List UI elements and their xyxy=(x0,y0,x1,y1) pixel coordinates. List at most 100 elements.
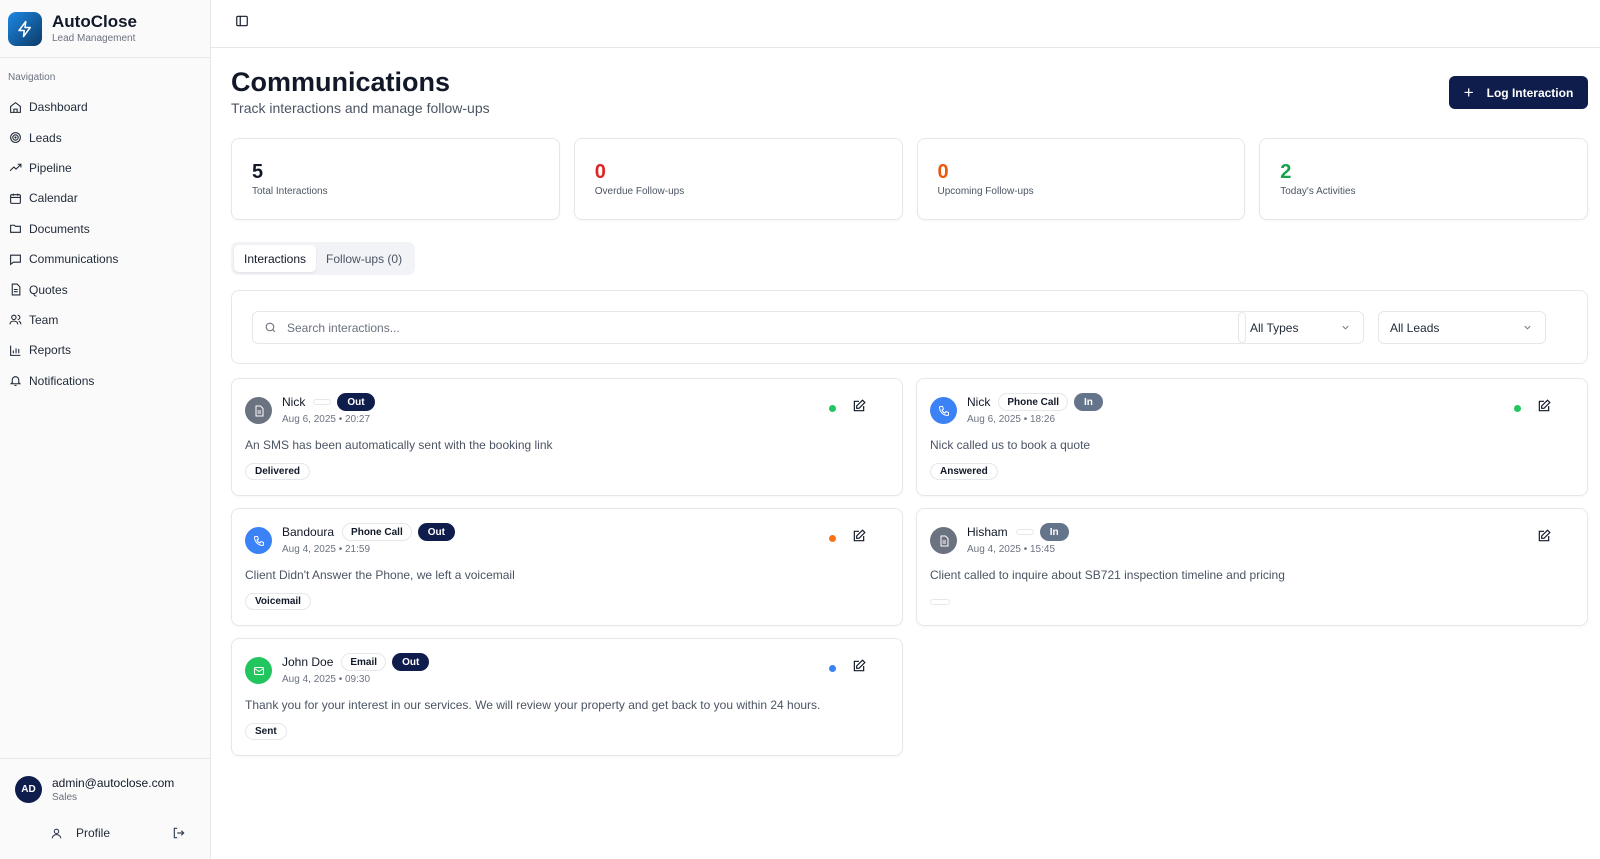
log-interaction-button[interactable]: + Log Interaction xyxy=(1449,76,1588,109)
sidebar-item-quotes[interactable]: Quotes xyxy=(0,274,210,304)
profile-button[interactable]: Profile xyxy=(50,826,110,840)
target-icon xyxy=(10,132,21,143)
edit-icon xyxy=(853,399,866,412)
lead-name[interactable]: John Doe xyxy=(282,655,333,669)
edit-button[interactable] xyxy=(852,659,866,673)
lead-filter-select[interactable]: All Leads xyxy=(1378,311,1546,344)
type-badge: Phone Call xyxy=(998,393,1069,411)
direction-badge: In xyxy=(1039,523,1069,541)
search-input[interactable] xyxy=(287,320,1217,335)
outcome-badge: Sent xyxy=(245,723,287,740)
lead-name[interactable]: Nick xyxy=(282,395,305,409)
search-box[interactable] xyxy=(252,311,1246,344)
trending-up-icon xyxy=(9,164,22,172)
sidebar-item-pipeline[interactable]: Pipeline xyxy=(0,153,210,183)
status-dot xyxy=(829,535,836,542)
stat-value: 0 xyxy=(937,161,949,183)
nav-section-label: Navigation xyxy=(8,72,56,83)
sidebar: AutoClose Lead Management Navigation Das… xyxy=(0,0,211,859)
stat-label: Overdue Follow-ups xyxy=(594,186,685,197)
sidebar-item-reports[interactable]: Reports xyxy=(0,335,210,365)
edit-icon xyxy=(853,659,866,672)
type-filter-select[interactable]: All Types xyxy=(1238,311,1364,344)
sidebar-item-label: Pipeline xyxy=(29,160,72,175)
edit-button[interactable] xyxy=(1537,399,1551,413)
lead-name[interactable]: Hisham xyxy=(967,525,1008,539)
stat-label: Upcoming Follow-ups xyxy=(937,186,1034,197)
interaction-summary: Thank you for your interest in our servi… xyxy=(245,698,821,712)
sidebar-item-leads[interactable]: Leads xyxy=(0,122,210,152)
chevron-down-icon xyxy=(1524,325,1531,330)
edit-button[interactable] xyxy=(1537,529,1551,543)
avatar[interactable]: AD xyxy=(15,776,42,803)
file-icon xyxy=(245,397,272,424)
app-name: AutoClose xyxy=(52,12,137,31)
stat-value: 2 xyxy=(1280,161,1292,183)
sidebar-item-communications[interactable]: Communications xyxy=(0,244,210,274)
log-interaction-label: Log Interaction xyxy=(1486,85,1574,100)
bell-icon xyxy=(9,376,22,387)
type-badge: Phone Call xyxy=(342,523,412,541)
user-role: Sales xyxy=(52,792,78,803)
phone-icon xyxy=(245,527,272,554)
interaction-date: Aug 6, 2025 • 20:27 xyxy=(282,414,371,425)
stat-label: Total Interactions xyxy=(252,186,328,197)
sidebar-item-label: Communications xyxy=(29,252,119,267)
message-square-icon xyxy=(10,254,21,266)
interaction-card[interactable]: Nick Phone Call In Aug 6, 2025 • 18:26 Nick … xyxy=(916,378,1588,496)
interaction-card[interactable]: Hisham In Aug 4, 2025 • 15:45 Client called… xyxy=(916,508,1588,626)
sidebar-toggle-button[interactable] xyxy=(235,14,249,28)
sidebar-item-label: Notifications xyxy=(29,373,95,388)
edit-button[interactable] xyxy=(852,529,866,543)
sidebar-item-label: Team xyxy=(29,312,59,327)
logout-button[interactable] xyxy=(172,826,186,845)
interaction-date: Aug 6, 2025 • 18:26 xyxy=(967,414,1056,425)
sidebar-item-dashboard[interactable]: Dashboard xyxy=(0,92,210,122)
interaction-summary: Client called to inquire about SB721 ins… xyxy=(930,568,1285,582)
lightning-logo-icon xyxy=(8,11,42,46)
tab-interactions[interactable]: Interactions xyxy=(234,245,317,272)
phone-icon xyxy=(930,397,957,424)
outcome-badge: Voicemail xyxy=(245,593,311,610)
outcome-badge: Answered xyxy=(930,463,998,480)
interaction-card[interactable]: Nick Out Aug 6, 2025 • 20:27 An SMS has bee… xyxy=(231,378,903,496)
page-subtitle: Track interactions and manage follow-ups xyxy=(231,100,490,116)
interaction-date: Aug 4, 2025 • 15:45 xyxy=(967,544,1056,555)
interaction-card[interactable]: John Doe Email Out Aug 4, 2025 • 09:30 Thank… xyxy=(231,638,903,756)
type-badge: Email xyxy=(341,653,387,671)
stat-card-overdue: 0 Overdue Follow-ups xyxy=(573,138,903,220)
edit-button[interactable] xyxy=(852,399,866,413)
sidebar-item-calendar[interactable]: Calendar xyxy=(0,183,210,213)
sidebar-item-documents[interactable]: Documents xyxy=(0,214,210,244)
folder-icon xyxy=(10,224,21,234)
interaction-card[interactable]: Bandoura Phone Call Out Aug 4, 2025 • 21:59… xyxy=(231,508,903,626)
status-dot xyxy=(1514,405,1521,412)
stat-card-upcoming: 0 Upcoming Follow-ups xyxy=(916,138,1246,220)
brand[interactable]: AutoClose Lead Management xyxy=(0,0,210,58)
page-title: Communications xyxy=(231,67,451,97)
outcome-badge: Delivered xyxy=(245,463,311,480)
sidebar-item-team[interactable]: Team xyxy=(0,305,210,335)
interaction-date: Aug 4, 2025 • 21:59 xyxy=(282,544,371,555)
plus-icon: + xyxy=(1463,83,1474,102)
status-dot xyxy=(829,405,836,412)
lead-name[interactable]: Nick xyxy=(967,395,990,409)
sidebar-item-notifications[interactable]: Notifications xyxy=(0,366,210,396)
lead-filter-value: All Leads xyxy=(1390,320,1440,335)
interaction-summary: An SMS has been automatically sent with … xyxy=(245,438,553,452)
lead-name[interactable]: Bandoura xyxy=(282,525,334,539)
direction-badge: Out xyxy=(337,393,375,411)
stats-row: 5 Total Interactions 0 Overdue Follow-up… xyxy=(231,138,1588,220)
nav-list: Dashboard Leads Pipeline Calendar Docume… xyxy=(0,90,210,396)
chevron-down-icon xyxy=(1342,325,1349,330)
top-bar xyxy=(211,0,1600,48)
sidebar-item-label: Documents xyxy=(29,221,90,236)
direction-badge: In xyxy=(1074,393,1103,411)
status-dot xyxy=(829,665,836,672)
interaction-summary: Client Didn't Answer the Phone, we left … xyxy=(245,568,515,582)
mail-icon xyxy=(245,657,272,684)
tab-follow-ups[interactable]: Follow-ups (0) xyxy=(316,245,412,272)
sidebar-item-label: Quotes xyxy=(29,282,68,297)
panel-left-icon xyxy=(236,15,248,27)
calendar-icon xyxy=(10,193,21,204)
